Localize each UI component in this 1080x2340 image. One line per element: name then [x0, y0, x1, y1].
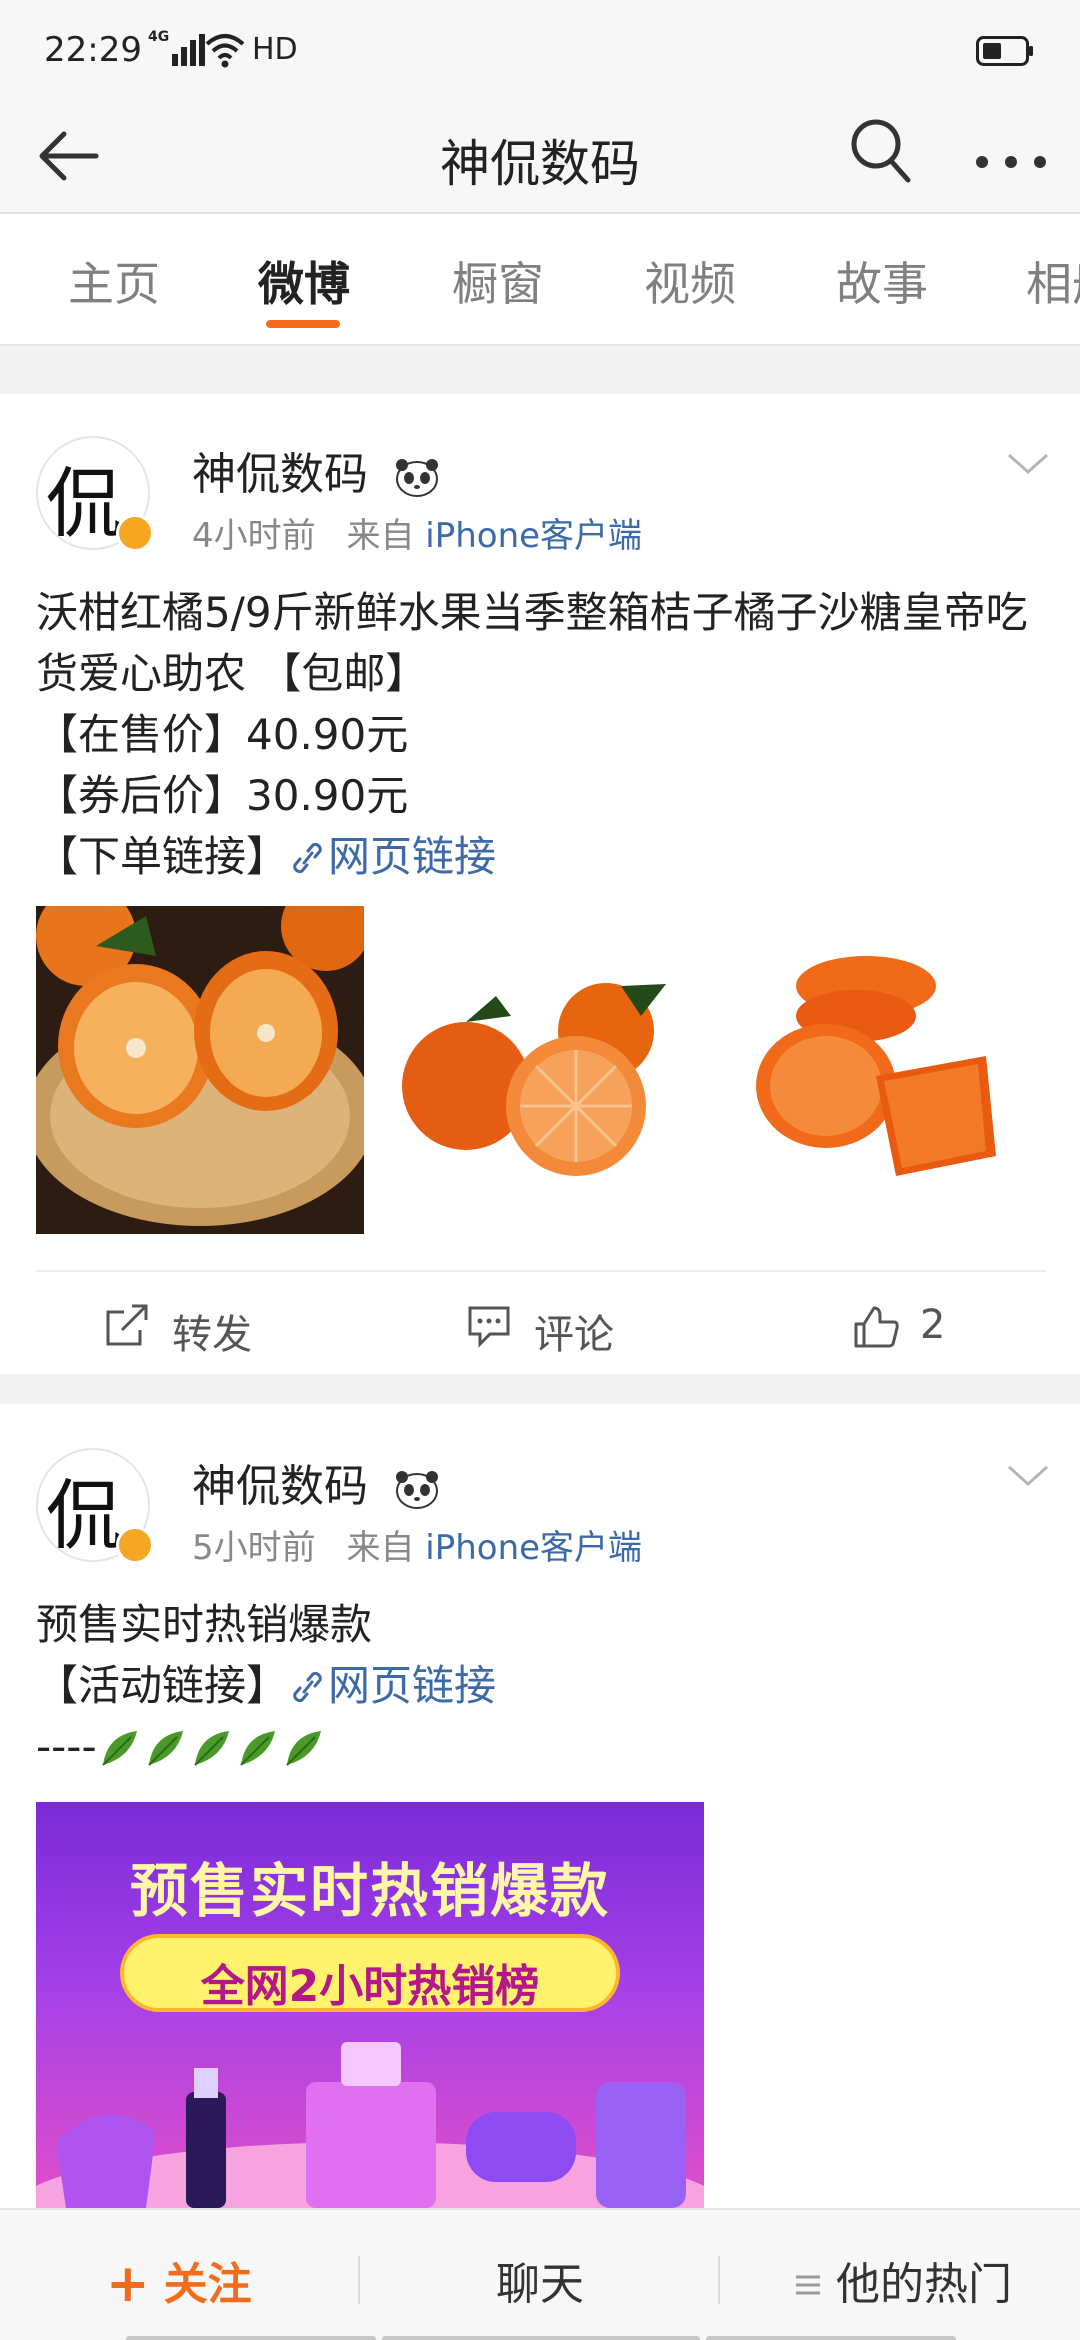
- post-image-1[interactable]: [36, 906, 364, 1234]
- web-link[interactable]: 网页链接: [288, 1661, 496, 1710]
- post-line: 沃柑红橘5/9斤新鲜水果当季整箱桔子橘子沙糖皇帝吃货爱心助农 【包邮】: [36, 588, 1028, 698]
- chevron-down-icon[interactable]: [1006, 1462, 1050, 1490]
- tab-video[interactable]: 视频: [644, 248, 736, 314]
- tab-showcase[interactable]: 橱窗: [452, 248, 544, 314]
- repost-label: 转发: [172, 1312, 252, 1358]
- post-divider: [36, 1270, 1046, 1272]
- leaf-line: ----: [36, 1716, 1046, 1777]
- tangerines-photo: [376, 906, 704, 1234]
- tab-home[interactable]: 主页: [68, 248, 160, 314]
- more-options-icon[interactable]: [972, 118, 1050, 188]
- panda-icon: [396, 1471, 438, 1509]
- hot-posts-button[interactable]: 他的热门: [794, 2248, 1012, 2312]
- verified-badge-icon: [116, 514, 154, 552]
- avatar[interactable]: 侃: [36, 1448, 154, 1564]
- post-line: 【券后价】30.90元: [36, 771, 409, 820]
- post-line: 【在售价】40.90元: [36, 710, 409, 759]
- avatar-glyph: 侃: [46, 459, 122, 548]
- repost-icon: [106, 1304, 148, 1346]
- chat-label: 聊天: [496, 2259, 584, 2310]
- separator: [358, 2256, 360, 2304]
- tab-album[interactable]: 相册: [1026, 248, 1080, 314]
- hd-indicator: HD: [252, 32, 298, 67]
- avatar-glyph: 侃: [46, 1471, 122, 1560]
- follow-label: 关注: [163, 2259, 252, 2310]
- post-actions: 转发 评论 2: [0, 1274, 1080, 1374]
- dash-text: ----: [36, 1722, 97, 1771]
- leaf-emoji-icon: [101, 1731, 321, 1766]
- tab-story[interactable]: 故事: [836, 248, 928, 314]
- follow-button[interactable]: + 关注: [106, 2248, 252, 2314]
- scroll-indicator: [706, 2336, 956, 2340]
- products-illustration: [36, 2042, 704, 2208]
- post-source[interactable]: iPhone客户端: [425, 1528, 642, 1568]
- post-meta: 5小时前 来自 iPhone客户端: [192, 1520, 642, 1569]
- battery-icon: [976, 36, 1033, 66]
- app-header: 神侃数码: [0, 100, 1080, 214]
- post-image-2[interactable]: [376, 906, 704, 1234]
- page-title: 神侃数码: [440, 135, 640, 193]
- source-prefix: 来自: [346, 1528, 415, 1568]
- plus-icon: +: [106, 2254, 150, 2314]
- profile-tabs: 主页 微博 橱窗 视频 故事 相册: [0, 214, 1080, 346]
- tab-weibo[interactable]: 微博: [258, 248, 350, 314]
- orange-slices-photo: [716, 906, 1044, 1234]
- post-text: 沃柑红橘5/9斤新鲜水果当季整箱桔子橘子沙糖皇帝吃货爱心助农 【包邮】 【在售价…: [36, 582, 1046, 887]
- panda-icon: [396, 459, 438, 497]
- search-icon[interactable]: [848, 114, 914, 188]
- author-name: 神侃数码: [192, 449, 368, 500]
- chat-button[interactable]: 聊天: [496, 2248, 584, 2312]
- source-prefix: 来自: [346, 516, 415, 556]
- like-count: 2: [920, 1302, 946, 1348]
- post-author[interactable]: 神侃数码: [192, 438, 440, 502]
- post-image-3[interactable]: [716, 906, 1044, 1234]
- wifi-icon: [205, 34, 245, 68]
- verified-badge-icon: [116, 1526, 154, 1564]
- post-link-line: 【活动链接】 网页链接: [36, 1655, 1046, 1716]
- tangerine-photo: [36, 906, 364, 1234]
- post-source[interactable]: iPhone客户端: [425, 516, 642, 556]
- scroll-indicator: [382, 2336, 700, 2340]
- post-meta: 4小时前 来自 iPhone客户端: [192, 508, 642, 557]
- post-link-line: 【下单链接】 网页链接: [36, 826, 1046, 887]
- comment-label: 评论: [534, 1312, 614, 1358]
- active-tab-indicator: [266, 320, 340, 328]
- list-icon: [796, 2275, 820, 2295]
- link-prefix: 【活动链接】: [36, 1661, 289, 1710]
- promo-banner-image[interactable]: 预售实时热销爆款 全网2小时热销榜: [36, 1802, 704, 2208]
- banner-pill: 全网2小时热销榜: [120, 1934, 620, 2012]
- thumbs-up-icon: [854, 1306, 899, 1348]
- web-link-label: 网页链接: [328, 1661, 497, 1710]
- post-line: 预售实时热销爆款: [36, 1600, 373, 1649]
- banner-subtitle: 全网2小时热销榜: [200, 1961, 540, 2012]
- post-time: 4小时前: [192, 516, 316, 556]
- feed-post[interactable]: 侃 神侃数码 5小时前 来自 iPhone客户端 预售实时热销爆款 【活动链接】…: [0, 1404, 1080, 2208]
- hot-label: 他的热门: [836, 2259, 1012, 2310]
- signal-icon: [172, 34, 205, 66]
- scroll-indicator: [126, 2336, 376, 2340]
- separator: [718, 2256, 720, 2304]
- status-bar: 22:29 4G HD: [0, 0, 1080, 100]
- bottom-action-bar: + 关注 聊天 他的热门: [0, 2208, 1080, 2340]
- link-icon: [293, 1672, 322, 1702]
- link-icon: [293, 843, 322, 873]
- network-type: 4G: [148, 29, 170, 45]
- link-prefix: 【下单链接】: [36, 832, 289, 881]
- post-author[interactable]: 神侃数码: [192, 1450, 440, 1514]
- banner-title: 预售实时热销爆款: [129, 1857, 610, 1925]
- comment-icon: [468, 1306, 510, 1348]
- web-link-label: 网页链接: [328, 832, 497, 881]
- web-link[interactable]: 网页链接: [288, 832, 496, 881]
- post-text: 预售实时热销爆款 【活动链接】 网页链接 ----: [36, 1594, 1046, 1777]
- author-name: 神侃数码: [192, 1461, 368, 1512]
- feed-post[interactable]: 侃 神侃数码 4小时前 来自 iPhone客户端 沃柑红橘5/9斤新鲜水果当季整…: [0, 394, 1080, 1374]
- chevron-down-icon[interactable]: [1006, 450, 1050, 478]
- post-time: 5小时前: [192, 1528, 316, 1568]
- avatar[interactable]: 侃: [36, 436, 154, 552]
- status-time: 22:29: [44, 30, 142, 70]
